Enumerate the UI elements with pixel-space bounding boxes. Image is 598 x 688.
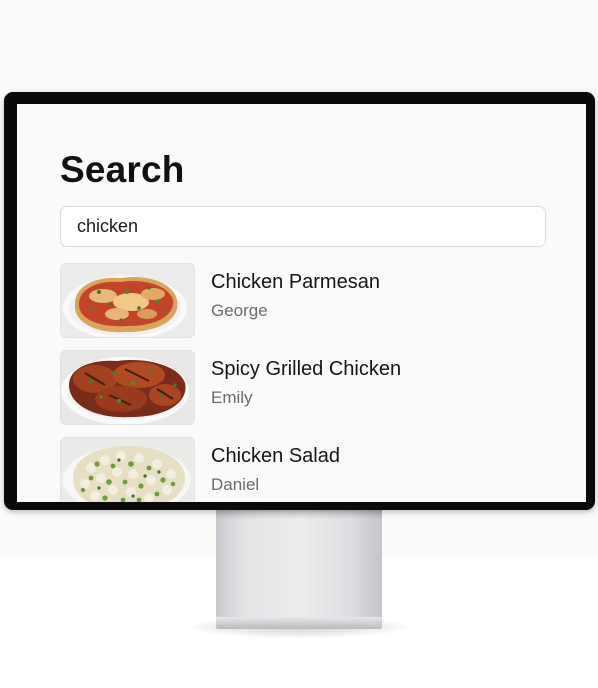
- recipe-thumbnail[interactable]: [60, 350, 195, 425]
- result-item-spicy-grilled-chicken[interactable]: Spicy Grilled Chicken Emily: [60, 350, 560, 425]
- recipe-author: Emily: [211, 388, 253, 407]
- grilled-chicken-photo: [61, 351, 194, 424]
- result-item-chicken-salad[interactable]: Chicken Salad Daniel: [60, 437, 560, 502]
- app-screen: Search chicken Chicken Parmesan George S…: [17, 104, 586, 502]
- chicken-parmesan-photo: [61, 264, 194, 337]
- scene: Search chicken Chicken Parmesan George S…: [0, 0, 598, 688]
- page-title: Search: [60, 149, 185, 190]
- chicken-salad-photo: [61, 438, 194, 502]
- recipe-author: George: [211, 301, 268, 320]
- monitor: Search chicken Chicken Parmesan George S…: [4, 92, 595, 510]
- search-input[interactable]: [77, 207, 527, 246]
- recipe-title: Chicken Salad: [211, 445, 340, 467]
- search-box[interactable]: [60, 206, 546, 247]
- recipe-thumbnail[interactable]: [60, 437, 195, 502]
- monitor-stand-foot: [216, 617, 382, 629]
- recipe-author: Daniel: [211, 475, 260, 494]
- recipe-title: Chicken Parmesan: [211, 271, 380, 293]
- result-item-chicken-parmesan[interactable]: Chicken Parmesan George: [60, 263, 560, 338]
- recipe-title: Spicy Grilled Chicken: [211, 358, 402, 380]
- monitor-stand: [216, 506, 382, 618]
- recipe-thumbnail[interactable]: [60, 263, 195, 338]
